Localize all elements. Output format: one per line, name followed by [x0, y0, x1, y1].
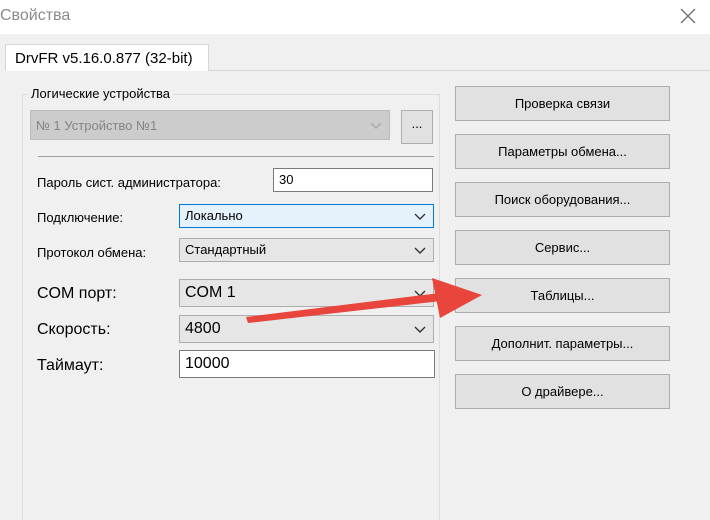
- check-connection-button[interactable]: Проверка связи: [455, 86, 670, 121]
- chevron-down-icon: [414, 213, 426, 220]
- separator: [38, 156, 434, 157]
- service-button[interactable]: Сервис...: [455, 230, 670, 265]
- tables-button[interactable]: Таблицы...: [455, 278, 670, 313]
- chevron-down-icon: [370, 122, 382, 129]
- protocol-label: Протокол обмена:: [37, 245, 147, 260]
- additional-params-button[interactable]: Дополнит. параметры...: [455, 326, 670, 361]
- chevron-down-icon: [414, 247, 426, 254]
- com-port-label: COM порт:: [37, 285, 117, 302]
- search-equipment-button[interactable]: Поиск оборудования...: [455, 182, 670, 217]
- browse-device-button[interactable]: ...: [401, 110, 433, 144]
- com-port-value: COM 1: [185, 284, 236, 301]
- speed-label: Скорость:: [37, 321, 111, 338]
- device-select-value: № 1 Устройство №1: [36, 118, 158, 133]
- timeout-label: Таймаут:: [37, 357, 104, 374]
- group-title: Логические устройства: [28, 86, 174, 101]
- connection-label: Подключение:: [37, 210, 124, 225]
- tab-drvfr[interactable]: DrvFR v5.16.0.877 (32-bit): [5, 44, 209, 71]
- connection-value: Локально: [185, 208, 243, 223]
- protocol-select[interactable]: Стандартный: [179, 238, 434, 262]
- about-driver-button[interactable]: О драйвере...: [455, 374, 670, 409]
- close-icon[interactable]: [678, 6, 698, 26]
- connection-select[interactable]: Локально: [179, 204, 434, 228]
- speed-select[interactable]: 4800: [179, 315, 434, 343]
- password-input[interactable]: 30: [273, 168, 433, 192]
- title-bar: Свойства: [0, 0, 710, 34]
- password-value: 30: [279, 172, 294, 187]
- chevron-down-icon: [414, 290, 426, 297]
- timeout-input[interactable]: 10000: [179, 350, 435, 378]
- password-label: Пароль сист. администратора:: [37, 175, 221, 190]
- exchange-params-button[interactable]: Параметры обмена...: [455, 134, 670, 169]
- speed-value: 4800: [185, 320, 221, 337]
- timeout-value: 10000: [185, 355, 230, 372]
- device-select[interactable]: № 1 Устройство №1: [30, 110, 390, 140]
- logical-devices-group: [22, 94, 440, 520]
- chevron-down-icon: [414, 326, 426, 333]
- protocol-value: Стандартный: [185, 242, 267, 257]
- com-port-select[interactable]: COM 1: [179, 279, 434, 307]
- window-title: Свойства: [0, 7, 71, 24]
